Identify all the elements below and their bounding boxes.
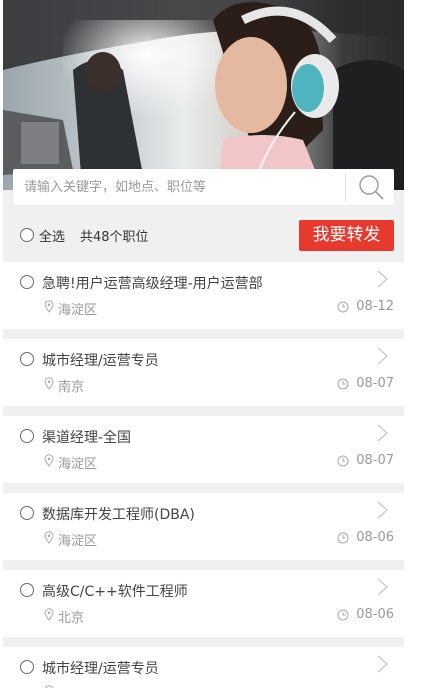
job-select-radio[interactable]: [20, 429, 34, 443]
job-date: 08-06: [334, 529, 394, 547]
job-list-item[interactable]: 高级C/C++软件工程师 北京 08-06: [3, 570, 404, 637]
search-input[interactable]: [13, 169, 354, 205]
job-location-text: 海淀区: [58, 457, 98, 472]
job-title: 数据库开发工程师(DBA): [42, 507, 195, 523]
search-icon: [359, 175, 384, 200]
job-date-text: 08-07: [356, 453, 394, 468]
select-all-radio[interactable]: [20, 228, 34, 242]
job-list-item[interactable]: 城市经理/运营专员: [3, 647, 404, 688]
location-pin-icon: [44, 454, 54, 467]
job-location-text: 南京: [58, 380, 85, 395]
job-title: 渠道经理-全国: [42, 430, 132, 446]
job-date: 08-06: [334, 606, 394, 624]
clock-icon: [337, 301, 349, 313]
chevron-right-icon: [377, 270, 388, 288]
chevron-right-icon: [377, 501, 388, 519]
forward-button[interactable]: 我要转发: [299, 220, 394, 251]
clock-icon: [337, 455, 349, 467]
location-pin-icon: [44, 608, 54, 621]
job-date-text: 08-12: [356, 299, 394, 314]
search-divider: [345, 173, 346, 201]
banner-illustration: [3, 0, 404, 190]
job-date-text: 08-06: [356, 607, 394, 622]
job-location-text: 北京: [58, 611, 85, 626]
search-button[interactable]: [350, 169, 394, 205]
job-count: 共48个职位: [80, 230, 149, 245]
job-date: 08-07: [334, 452, 394, 470]
job-select-radio[interactable]: [20, 506, 34, 520]
job-select-radio[interactable]: [20, 275, 34, 289]
search-bar: [13, 169, 394, 205]
list-toolbar: 全选 共48个职位 我要转发: [3, 215, 404, 255]
job-select-radio[interactable]: [20, 352, 34, 366]
clock-icon: [337, 378, 349, 390]
clock-icon: [337, 609, 349, 621]
job-date-text: 08-06: [356, 530, 394, 545]
job-list-item[interactable]: 急聘!用户运营高级经理-用户运营部 海淀区 08-12: [3, 262, 404, 329]
job-date: 08-12: [334, 298, 394, 316]
job-list-item[interactable]: 数据库开发工程师(DBA) 海淀区 08-06: [3, 493, 404, 560]
location-pin-icon: [44, 300, 54, 313]
job-date-text: 08-07: [356, 376, 394, 391]
location-pin-icon: [44, 377, 54, 390]
job-list-item[interactable]: 渠道经理-全国 海淀区 08-07: [3, 416, 404, 483]
location-pin-icon: [44, 531, 54, 544]
job-title: 城市经理/运营专员: [42, 353, 159, 369]
banner-image: [3, 0, 404, 190]
job-location-text: 海淀区: [58, 534, 98, 549]
job-date: 08-07: [334, 375, 394, 393]
chevron-right-icon: [377, 578, 388, 596]
job-title: 急聘!用户运营高级经理-用户运营部: [42, 276, 263, 292]
job-list-page: 全选 共48个职位 我要转发 急聘!用户运营高级经理-用户运营部 海淀区 08-…: [3, 0, 404, 688]
chevron-right-icon: [377, 655, 388, 673]
clock-icon: [337, 532, 349, 544]
job-select-radio[interactable]: [20, 583, 34, 597]
job-title: 城市经理/运营专员: [42, 661, 159, 677]
chevron-right-icon: [377, 347, 388, 365]
job-location-text: 海淀区: [58, 303, 98, 318]
select-all-label: 全选: [39, 230, 66, 245]
chevron-right-icon: [377, 424, 388, 442]
job-title: 高级C/C++软件工程师: [42, 584, 188, 600]
job-list-item[interactable]: 城市经理/运营专员 南京 08-07: [3, 339, 404, 406]
job-select-radio[interactable]: [20, 660, 34, 674]
